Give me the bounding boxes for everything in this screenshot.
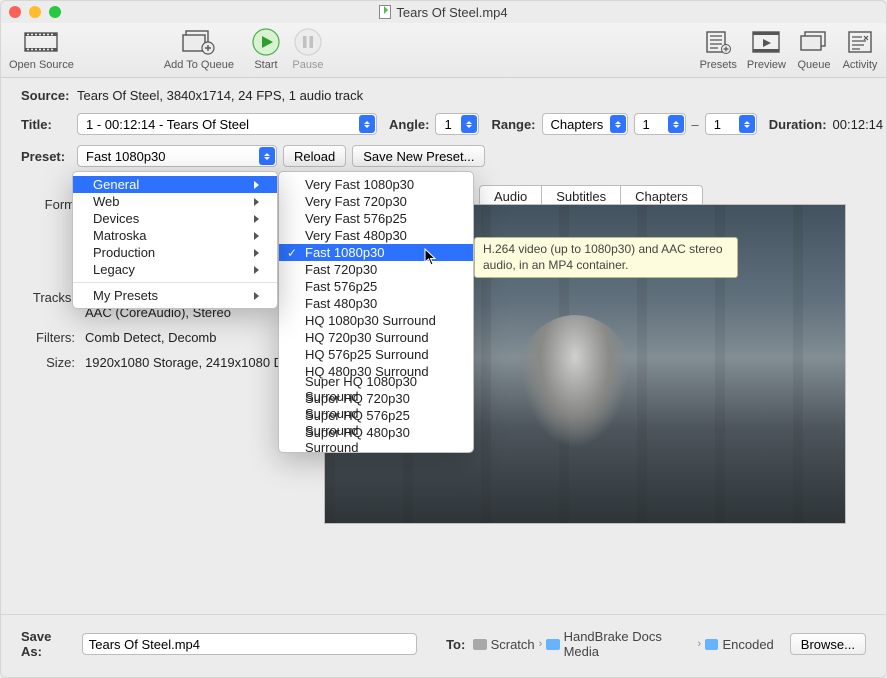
presets-button[interactable]: Presets [700,27,737,71]
save-as-input[interactable] [82,633,417,655]
menu-item-general[interactable]: General [73,176,277,193]
chevron-right-icon [254,249,259,257]
menu-item-matroska[interactable]: Matroska [73,227,277,244]
source-label: Source: [21,88,71,103]
submenu-item[interactable]: Super HQ 480p30 Surround [279,431,473,448]
play-icon [248,27,284,57]
bottom-bar: Save As: To: Scratch › HandBrake Docs Me… [1,614,886,677]
folder-icon [473,639,486,650]
preset-submenu-general: Very Fast 1080p30Very Fast 720p30Very Fa… [278,171,474,453]
cursor-icon [424,248,438,266]
dropdown-arrow-icon [610,115,626,133]
browse-button[interactable]: Browse... [790,633,866,655]
destination-breadcrumb[interactable]: Scratch › HandBrake Docs Media › Encoded [473,629,773,659]
submenu-item[interactable]: Fast 576p25 [279,278,473,295]
to-label: To: [446,637,465,652]
titlebar: Tears Of Steel.mp4 [1,1,886,23]
chevron-right-icon [254,215,259,223]
menu-item-my-presets[interactable]: My Presets [73,287,277,304]
pause-icon [290,27,326,57]
menu-separator [73,282,277,283]
menu-item-devices[interactable]: Devices [73,210,277,227]
folder-icon [546,639,559,650]
filters-label: Filters: [21,330,85,345]
menu-item-legacy[interactable]: Legacy [73,261,277,278]
queue-add-icon [181,27,217,57]
breadcrumb-item: Encoded [722,637,773,652]
angle-label: Angle: [389,117,429,132]
open-source-label: Open Source [9,59,74,71]
submenu-item[interactable]: HQ 576p25 Surround [279,346,473,363]
chevron-right-icon [254,232,259,240]
window-title-text: Tears Of Steel.mp4 [396,5,507,20]
presets-label: Presets [700,59,737,71]
menu-item-production[interactable]: Production [73,244,277,261]
range-dash: – [692,117,699,132]
save-as-label: Save As: [21,629,74,659]
chevron-right-icon [254,292,259,300]
chevron-right-icon: › [698,638,702,650]
chevron-right-icon [254,181,259,189]
breadcrumb-item: HandBrake Docs Media [564,629,694,659]
preview-icon [748,27,784,57]
dropdown-arrow-icon [739,115,755,133]
size-value: 1920x1080 Storage, 2419x1080 Dis [85,355,292,370]
preset-label: Preset: [21,149,71,164]
preset-select[interactable] [77,145,277,167]
start-label: Start [254,59,277,71]
submenu-item[interactable]: Very Fast 480p30 [279,227,473,244]
reload-button[interactable]: Reload [283,145,346,167]
submenu-item[interactable]: HQ 1080p30 Surround [279,312,473,329]
queue-label: Queue [797,59,830,71]
pause-button[interactable]: Pause [290,27,326,71]
preview-label: Preview [747,59,786,71]
presets-icon [700,27,736,57]
title-select[interactable] [77,113,377,135]
start-button[interactable]: Start [248,27,284,71]
add-to-queue-label: Add To Queue [164,59,234,71]
activity-label: Activity [843,59,878,71]
filmstrip-icon [23,27,59,57]
source-value: Tears Of Steel, 3840x1714, 24 FPS, 1 aud… [77,88,363,103]
submenu-item[interactable]: Very Fast 1080p30 [279,176,473,193]
dropdown-arrow-icon [461,115,477,133]
queue-button[interactable]: Queue [796,27,832,71]
chevron-right-icon: › [539,638,543,650]
dropdown-arrow-icon [359,115,375,133]
chevron-right-icon [254,198,259,206]
preset-tooltip: H.264 video (up to 1080p30) and AAC ster… [474,237,738,278]
file-icon [379,5,391,19]
range-label: Range: [491,117,535,132]
submenu-item[interactable]: Fast 720p30 [279,261,473,278]
dropdown-arrow-icon [668,115,684,133]
filters-value: Comb Detect, Decomb [85,330,217,345]
toolbar: Open Source Add To Queue Start Pause Pre… [1,23,886,78]
open-source-button[interactable]: Open Source [9,27,74,71]
window-title: Tears Of Steel.mp4 [1,5,886,20]
submenu-item[interactable]: HQ 720p30 Surround [279,329,473,346]
preview-button[interactable]: Preview [747,27,786,71]
dropdown-arrow-icon [259,147,275,165]
duration-label: Duration: [769,117,827,132]
submenu-item[interactable]: Very Fast 720p30 [279,193,473,210]
folder-icon [705,639,718,650]
breadcrumb-item: Scratch [491,637,535,652]
menu-item-web[interactable]: Web [73,193,277,210]
save-new-preset-button[interactable]: Save New Preset... [352,145,485,167]
preset-category-menu: General Web Devices Matroska Production … [72,171,278,309]
duration-value: 00:12:14 [833,117,884,132]
submenu-item[interactable]: Fast 1080p30 [279,244,473,261]
title-label: Title: [21,117,71,132]
submenu-item[interactable]: Very Fast 576p25 [279,210,473,227]
activity-icon [842,27,878,57]
activity-button[interactable]: Activity [842,27,878,71]
chevron-right-icon [254,266,259,274]
size-label: Size: [21,355,85,370]
add-to-queue-button[interactable]: Add To Queue [164,27,234,71]
submenu-item[interactable]: Fast 480p30 [279,295,473,312]
queue-icon [796,27,832,57]
pause-label: Pause [292,59,323,71]
